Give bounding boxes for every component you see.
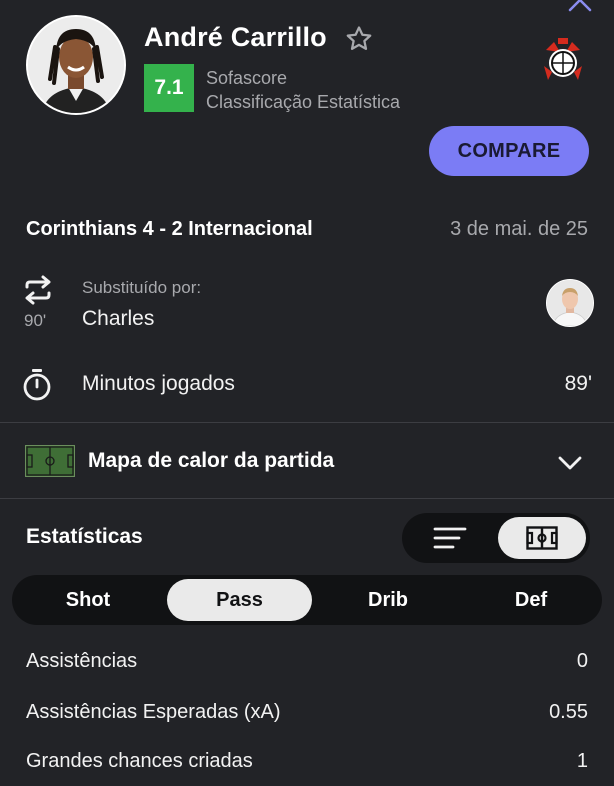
heatmap-expand-button[interactable] xyxy=(556,450,584,474)
heatmap-toggle-icon[interactable] xyxy=(25,445,75,477)
stat-value: 0.55 xyxy=(549,701,588,723)
statistics-title: Estatísticas xyxy=(26,525,143,548)
list-icon xyxy=(433,527,467,549)
tab-drib[interactable]: Drib xyxy=(316,579,460,621)
tab-shot[interactable]: Shot xyxy=(16,579,160,621)
stat-label: Assistências xyxy=(26,650,138,672)
match-title[interactable]: Corinthians 4 - 2 Internacional xyxy=(26,218,313,241)
club-logo[interactable] xyxy=(540,36,586,86)
rating-badge: 7.1 xyxy=(144,64,194,112)
close-button[interactable] xyxy=(566,0,594,14)
favorite-button[interactable] xyxy=(344,24,374,54)
pitch-icon xyxy=(526,526,558,550)
substitution-icon-wrapper xyxy=(22,274,54,306)
player-name: André Carrillo xyxy=(144,22,327,52)
minutes-played-label: Minutos jogados xyxy=(82,372,235,395)
substitution-label: Substituído por: xyxy=(82,278,202,297)
close-icon xyxy=(568,0,592,12)
stat-value: 1 xyxy=(576,750,588,772)
minutes-played-value: 89' xyxy=(564,372,592,395)
stat-label: Grandes chances criadas xyxy=(26,750,253,772)
compare-button[interactable]: COMPARE xyxy=(429,126,589,176)
pitch-view-button[interactable] xyxy=(498,517,586,559)
list-view-button[interactable] xyxy=(412,517,488,559)
player-avatar xyxy=(26,15,126,115)
timer-icon-wrapper xyxy=(22,368,52,402)
substitute-avatar[interactable] xyxy=(546,279,594,327)
stat-value: 0 xyxy=(576,650,588,672)
chevron-down-icon xyxy=(558,456,582,470)
corinthians-crest-icon xyxy=(544,38,582,80)
pitch-icon xyxy=(25,445,75,477)
match-date: 3 de mai. de 25 xyxy=(450,218,588,240)
star-icon xyxy=(346,26,372,50)
heatmap-label[interactable]: Mapa de calor da partida xyxy=(88,449,334,473)
stat-label: Assistências Esperadas (xA) xyxy=(26,701,281,723)
substitution-minute: 90' xyxy=(24,311,47,330)
stopwatch-icon xyxy=(23,369,51,401)
divider xyxy=(0,422,614,423)
rating-subtitle: Classificação Estatística xyxy=(206,92,401,112)
divider xyxy=(0,498,614,499)
swap-arrows-icon xyxy=(25,275,51,305)
tab-pass[interactable]: Pass xyxy=(167,579,312,621)
substitute-player-name[interactable]: Charles xyxy=(82,307,154,331)
rating-caption: Sofascore Classificação Estatística xyxy=(206,66,400,114)
rating-source: Sofascore xyxy=(206,68,288,88)
tab-def[interactable]: Def xyxy=(460,579,602,621)
